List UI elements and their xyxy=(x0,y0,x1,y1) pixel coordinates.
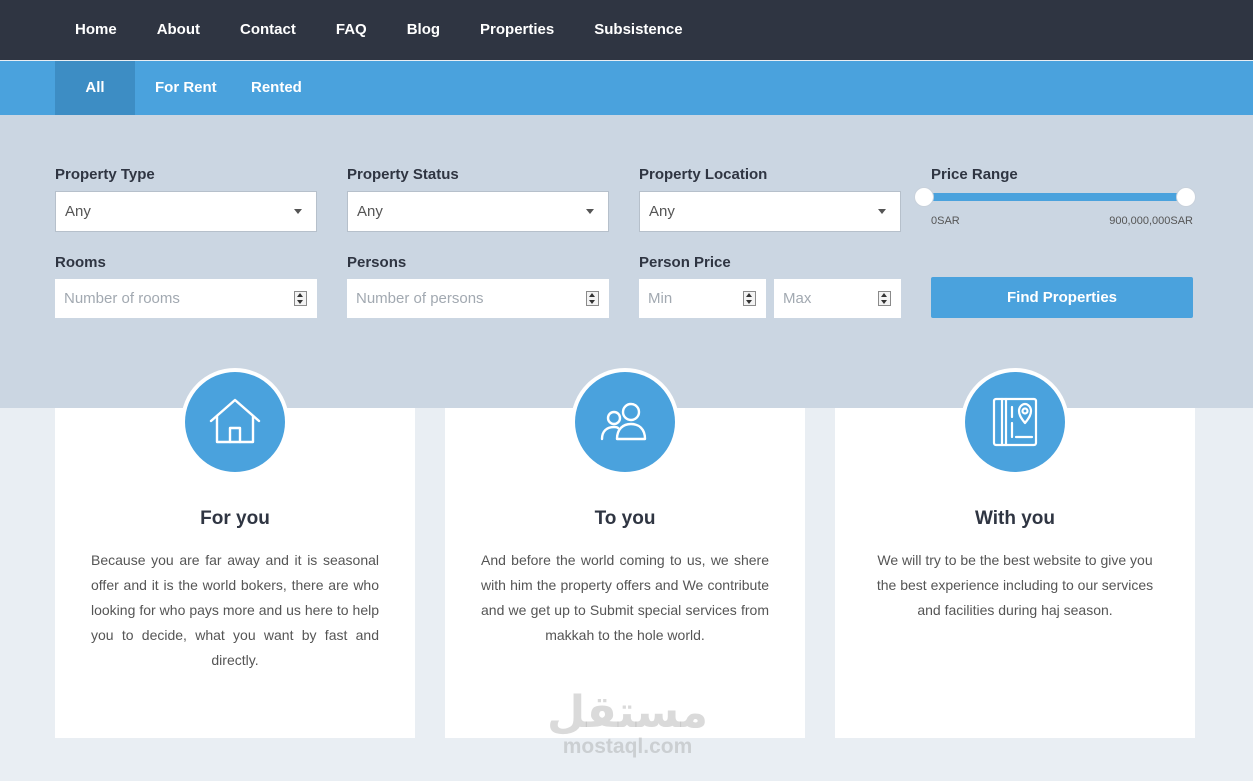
tab-all[interactable]: All xyxy=(55,61,135,125)
house-icon-badge xyxy=(181,368,289,476)
persons-label: Persons xyxy=(347,254,407,271)
rooms-stepper-icon[interactable] xyxy=(294,291,307,306)
nav-contact[interactable]: Contact xyxy=(220,0,316,60)
map-book-icon-badge xyxy=(961,368,1069,476)
card-title: With you xyxy=(974,508,1056,529)
card-text: Because you are far away and it is seaso… xyxy=(91,552,379,668)
rooms-input[interactable]: Number of rooms xyxy=(55,279,317,318)
map-book-icon xyxy=(992,397,1038,447)
top-navigation: Home About Contact FAQ Blog Properties S… xyxy=(0,0,1253,60)
person-price-max-placeholder: Max xyxy=(783,290,812,307)
property-status-select[interactable]: Any xyxy=(347,191,609,232)
nav-faq[interactable]: FAQ xyxy=(316,0,387,60)
nav-subsistence[interactable]: Subsistence xyxy=(574,0,702,60)
caret-down-icon xyxy=(294,209,302,214)
persons-stepper-icon[interactable] xyxy=(586,291,599,306)
feature-card-with-you: With you We will try to be the best webs… xyxy=(835,368,1195,738)
property-type-label: Property Type xyxy=(55,166,155,183)
max-stepper-icon[interactable] xyxy=(878,291,891,306)
nav-blog[interactable]: Blog xyxy=(387,0,460,60)
property-type-value: Any xyxy=(65,203,91,220)
rooms-placeholder: Number of rooms xyxy=(64,290,180,307)
caret-down-icon xyxy=(586,209,594,214)
nav-properties[interactable]: Properties xyxy=(460,0,574,60)
person-price-max-input[interactable]: Max xyxy=(774,279,901,318)
house-icon xyxy=(209,398,261,444)
person-price-min-input[interactable]: Min xyxy=(639,279,766,318)
price-range-label: Price Range xyxy=(931,166,1018,183)
feature-card-for-you: For you Because you are far away and it … xyxy=(55,368,415,738)
watermark-latin: mostaql.com xyxy=(562,735,693,758)
person-price-label: Person Price xyxy=(639,254,731,271)
card-text: We will try to be the best website to gi… xyxy=(876,552,1154,618)
people-icon xyxy=(600,402,647,441)
watermark-arabic: مستقل xyxy=(547,687,708,738)
property-location-value: Any xyxy=(649,203,675,220)
property-location-select[interactable]: Any xyxy=(639,191,901,232)
min-stepper-icon[interactable] xyxy=(743,291,756,306)
tab-for-rent[interactable]: For Rent xyxy=(155,61,217,115)
mostaql-watermark: مستقل mostaql.com xyxy=(545,690,710,758)
price-range-slider-track[interactable] xyxy=(924,193,1186,201)
tab-rented[interactable]: Rented xyxy=(251,61,302,115)
card-title: To you xyxy=(594,508,656,529)
price-range-max-handle[interactable] xyxy=(1176,187,1196,207)
nav-home[interactable]: Home xyxy=(55,0,137,60)
caret-down-icon xyxy=(878,209,886,214)
property-search-panel xyxy=(0,115,1253,408)
rooms-label: Rooms xyxy=(55,254,106,271)
persons-input[interactable]: Number of persons xyxy=(347,279,609,318)
people-icon-badge xyxy=(571,368,679,476)
card-text: And before the world coming to us, we sh… xyxy=(481,552,769,643)
price-range-min-label: 0SAR xyxy=(931,215,960,227)
status-tab-bar: All For Rent Rented xyxy=(0,61,1253,125)
persons-placeholder: Number of persons xyxy=(356,290,484,307)
price-range-max-label: 900,000,000SAR xyxy=(1109,215,1193,227)
person-price-min-placeholder: Min xyxy=(648,290,673,307)
price-range-min-handle[interactable] xyxy=(914,187,934,207)
property-location-label: Property Location xyxy=(639,166,768,183)
find-properties-button[interactable]: Find Properties xyxy=(931,277,1193,318)
property-status-label: Property Status xyxy=(347,166,459,183)
property-type-select[interactable]: Any xyxy=(55,191,317,232)
card-title: For you xyxy=(200,508,270,529)
property-status-value: Any xyxy=(357,203,383,220)
nav-about[interactable]: About xyxy=(137,0,220,60)
